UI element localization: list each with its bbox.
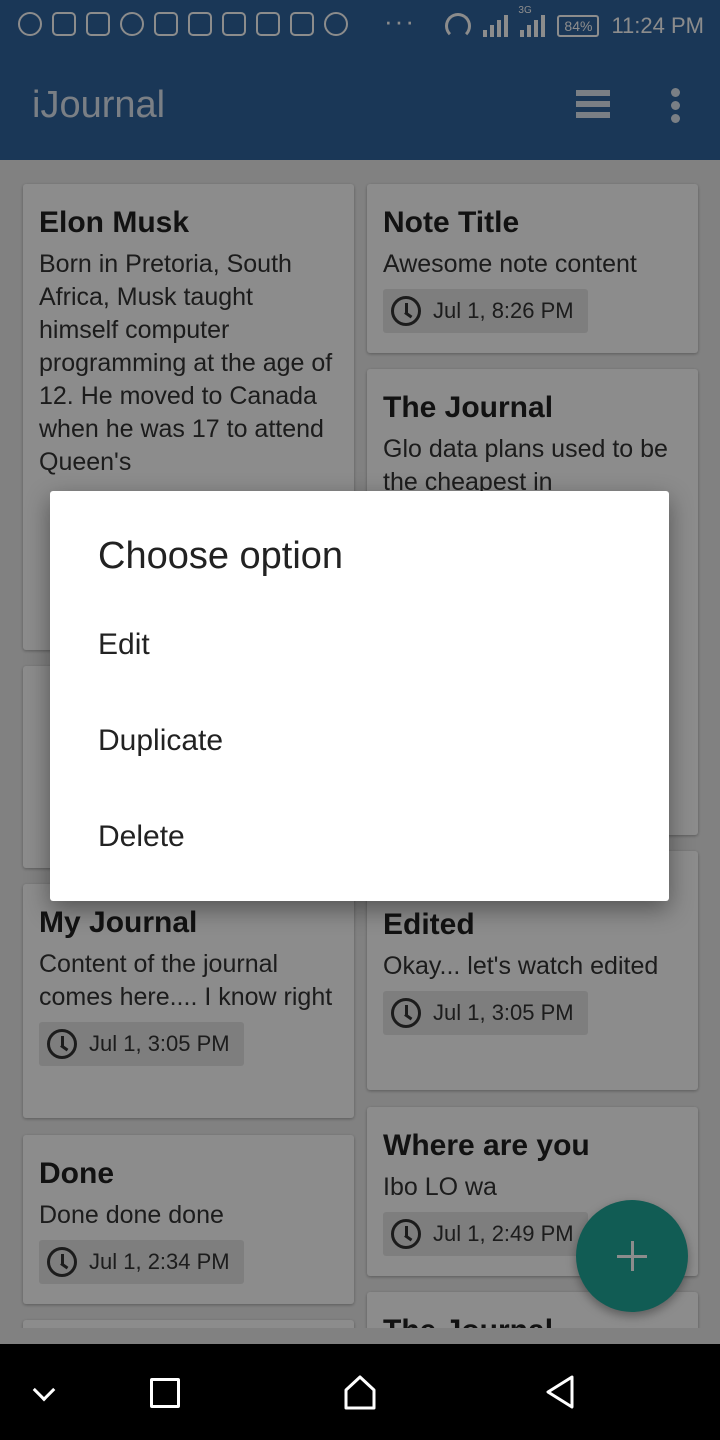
dialog-title: Choose option xyxy=(98,535,344,577)
chevron-down-icon[interactable] xyxy=(32,1378,56,1402)
navigation-bar xyxy=(0,1344,720,1440)
edit-option[interactable]: Edit xyxy=(50,597,669,693)
back-icon[interactable] xyxy=(544,1374,576,1410)
recent-apps-icon[interactable] xyxy=(150,1378,180,1408)
delete-option[interactable]: Delete xyxy=(50,789,669,885)
choose-option-dialog: Choose option Edit Duplicate Delete xyxy=(50,491,669,901)
home-icon[interactable] xyxy=(344,1374,376,1410)
duplicate-option[interactable]: Duplicate xyxy=(50,693,669,789)
